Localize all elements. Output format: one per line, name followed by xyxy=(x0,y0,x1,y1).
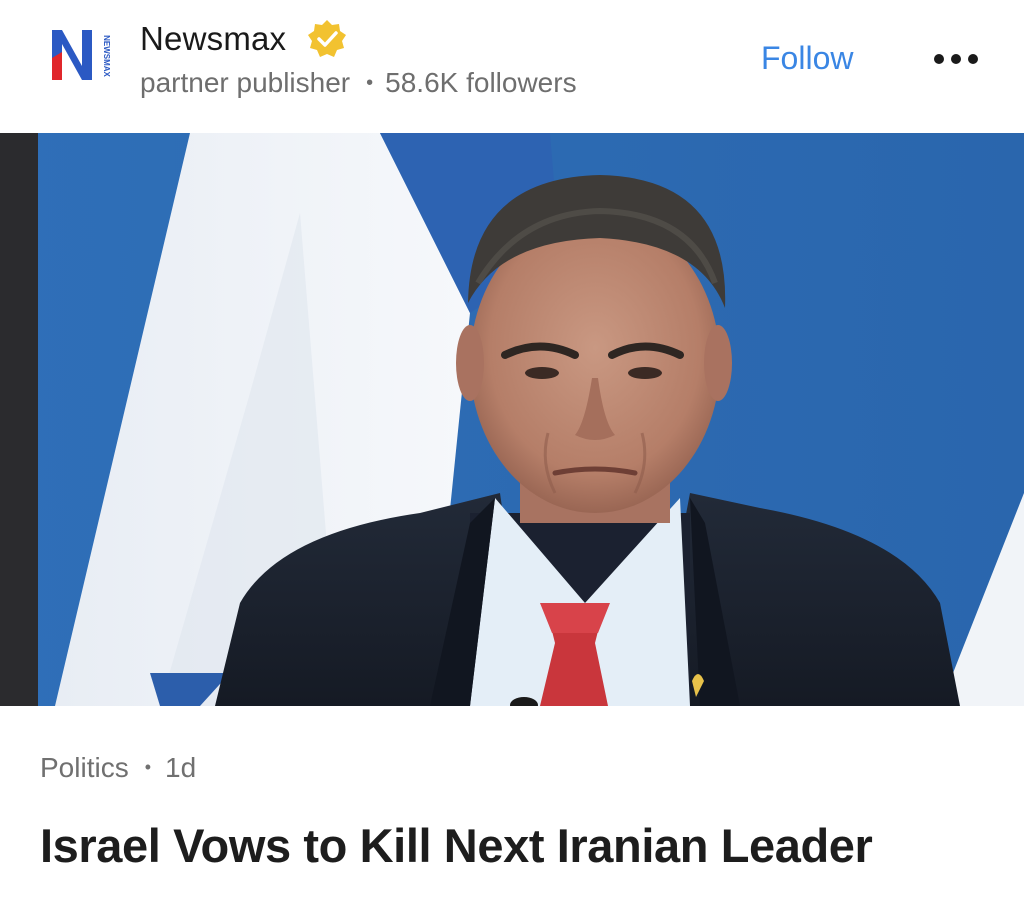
follow-button[interactable]: Follow xyxy=(761,40,853,77)
card-header: NEWSMAX Newsmax partner publisher • 58.6K … xyxy=(0,0,1024,133)
article-headline[interactable]: Israel Vows to Kill Next Iranian Leader xyxy=(40,818,873,873)
publisher-subtitle: partner publisher • 58.6K followers xyxy=(140,67,577,99)
article-age: 1d xyxy=(165,752,197,783)
news-card: NEWSMAX Newsmax partner publisher • 58.6K … xyxy=(0,0,1024,904)
svg-text:NEWSMAX: NEWSMAX xyxy=(102,35,111,77)
follower-count: 58.6K followers xyxy=(385,67,577,98)
more-horizontal-icon[interactable] xyxy=(928,46,984,74)
article-meta: Politics • 1d xyxy=(40,752,196,784)
separator-dot: • xyxy=(144,757,152,777)
publisher-type: partner publisher xyxy=(140,67,351,98)
publisher-logo[interactable]: NEWSMAX xyxy=(48,28,112,84)
publisher-name[interactable]: Newsmax xyxy=(140,20,286,58)
article-category[interactable]: Politics xyxy=(40,752,129,783)
article-photo[interactable] xyxy=(0,133,1024,706)
separator-dot: • xyxy=(366,72,374,94)
verified-badge-icon xyxy=(306,18,348,60)
